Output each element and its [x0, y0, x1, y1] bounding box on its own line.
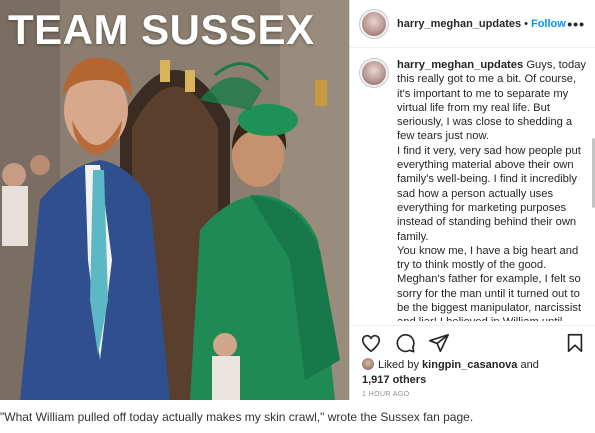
post-photo[interactable]: TEAM SUSSEX — [0, 0, 349, 400]
bookmark-icon[interactable] — [564, 332, 586, 354]
article-caption: "What William pulled off today actually … — [0, 410, 474, 424]
liker-username[interactable]: kingpin_casanova — [422, 359, 517, 371]
caption-area[interactable]: harry_meghan_updates Guys, today this re… — [350, 58, 595, 321]
heart-icon[interactable] — [360, 332, 382, 354]
share-icon[interactable] — [428, 332, 450, 354]
post-timestamp[interactable]: 1 HOUR AGO — [362, 391, 410, 398]
likes-conjunction: and — [520, 359, 539, 371]
caption-username[interactable]: harry_meghan_updates — [397, 59, 523, 71]
post-header: harry_meghan_updates • Follow ••• — [350, 0, 595, 48]
liker-avatar[interactable] — [362, 358, 374, 370]
caption-paragraph: You know me, I have a big heart and try … — [397, 244, 582, 321]
post-username[interactable]: harry_meghan_updates — [397, 18, 521, 30]
likes-others[interactable]: 1,917 others — [362, 374, 426, 386]
avatar[interactable] — [360, 9, 388, 38]
header-separator: • — [524, 17, 528, 30]
more-options-icon[interactable]: ••• — [567, 16, 585, 32]
likes-prefix: Liked by — [378, 359, 419, 371]
caption-body: harry_meghan_updates Guys, today this re… — [397, 58, 588, 321]
post-side-panel: harry_meghan_updates • Follow ••• harry_… — [349, 0, 595, 400]
caption-paragraph: I find it very, very sad how people put … — [397, 144, 581, 243]
photo-scene — [0, 0, 349, 400]
comment-icon[interactable] — [394, 332, 416, 354]
action-bar — [350, 325, 595, 359]
caption-avatar[interactable] — [360, 59, 388, 87]
follow-button[interactable]: Follow — [531, 18, 566, 30]
overlay-title: TEAM SUSSEX — [8, 6, 315, 53]
caption-paragraph: harry_meghan_updates Guys, today this re… — [397, 59, 587, 143]
likes-summary: Liked by kingpin_casanova and 1,917 othe… — [362, 358, 590, 388]
